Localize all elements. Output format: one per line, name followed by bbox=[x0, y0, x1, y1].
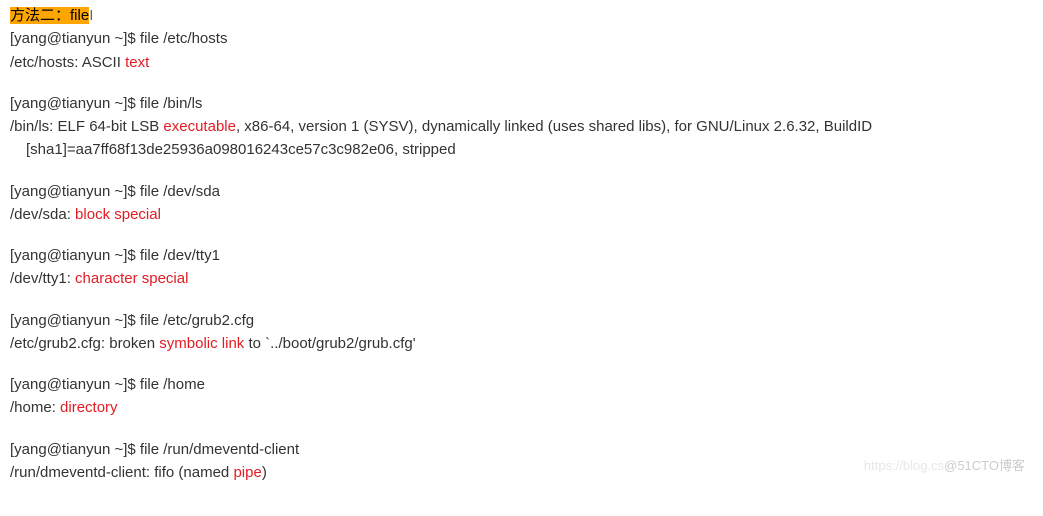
command-line: [yang@tianyun ~]$ file /dev/sda bbox=[10, 180, 1033, 203]
output-line: /bin/ls: ELF 64-bit LSB executable, x86-… bbox=[10, 115, 1033, 138]
output-red: block special bbox=[75, 206, 161, 223]
command-line: [yang@tianyun ~]$ file /etc/grub2.cfg bbox=[10, 309, 1033, 332]
prompt: [yang@tianyun ~]$ bbox=[10, 376, 140, 393]
prompt: [yang@tianyun ~]$ bbox=[10, 247, 140, 264]
output-red: text bbox=[125, 54, 149, 71]
output-line: /home: directory bbox=[10, 396, 1033, 419]
watermark-faint: https://blog.cs bbox=[864, 458, 944, 473]
command-text: file /dev/tty1 bbox=[140, 247, 220, 264]
text-cursor-icon: I bbox=[89, 7, 93, 24]
watermark: https://blog.cs@51CTO博客 bbox=[864, 456, 1025, 476]
prompt: [yang@tianyun ~]$ bbox=[10, 95, 140, 112]
output-line: /dev/tty1: character special bbox=[10, 267, 1033, 290]
command-block-5: [yang@tianyun ~]$ file /home /home: dire… bbox=[10, 373, 1033, 420]
output-after: ) bbox=[262, 464, 267, 481]
prompt: [yang@tianyun ~]$ bbox=[10, 312, 140, 329]
header-highlight: 方法二：file bbox=[10, 7, 89, 24]
command-text: file /dev/sda bbox=[140, 183, 220, 200]
output-before: /etc/grub2.cfg: broken bbox=[10, 335, 159, 352]
prompt: [yang@tianyun ~]$ bbox=[10, 183, 140, 200]
command-text: file /etc/hosts bbox=[140, 30, 228, 47]
command-text: file /etc/grub2.cfg bbox=[140, 312, 254, 329]
output-before: /run/dmeventd-client: fifo (named bbox=[10, 464, 233, 481]
command-block-3: [yang@tianyun ~]$ file /dev/tty1 /dev/tt… bbox=[10, 244, 1033, 291]
output-before: /bin/ls: ELF 64-bit LSB bbox=[10, 118, 163, 135]
command-line: [yang@tianyun ~]$ file /bin/ls bbox=[10, 92, 1033, 115]
command-block-4: [yang@tianyun ~]$ file /etc/grub2.cfg /e… bbox=[10, 309, 1033, 356]
output-red: executable bbox=[163, 118, 236, 135]
output-line2-text: [sha1]=aa7ff68f13de25936a098016243ce57c3… bbox=[26, 141, 456, 158]
command-block-1: [yang@tianyun ~]$ file /bin/ls /bin/ls: … bbox=[10, 92, 1033, 162]
output-line: /etc/hosts: ASCII text bbox=[10, 51, 1033, 74]
command-block-2: [yang@tianyun ~]$ file /dev/sda /dev/sda… bbox=[10, 180, 1033, 227]
output-line: /dev/sda: block special bbox=[10, 203, 1033, 226]
prompt: [yang@tianyun ~]$ bbox=[10, 30, 140, 47]
command-line: [yang@tianyun ~]$ file /home bbox=[10, 373, 1033, 396]
command-line: [yang@tianyun ~]$ file /etc/hosts bbox=[10, 27, 1033, 50]
command-line: [yang@tianyun ~]$ file /dev/tty1 bbox=[10, 244, 1033, 267]
header-line: 方法二：fileI bbox=[10, 4, 1033, 27]
output-before: /home: bbox=[10, 399, 60, 416]
output-line-2: [sha1]=aa7ff68f13de25936a098016243ce57c3… bbox=[10, 138, 1033, 161]
prompt: [yang@tianyun ~]$ bbox=[10, 441, 140, 458]
output-line: /etc/grub2.cfg: broken symbolic link to … bbox=[10, 332, 1033, 355]
output-red: symbolic link bbox=[159, 335, 244, 352]
output-before: /dev/tty1: bbox=[10, 270, 75, 287]
command-text: file /run/dmeventd-client bbox=[140, 441, 299, 458]
output-before: /dev/sda: bbox=[10, 206, 75, 223]
output-red: pipe bbox=[233, 464, 261, 481]
command-text: file /home bbox=[140, 376, 205, 393]
output-after: , x86-64, version 1 (SYSV), dynamically … bbox=[236, 118, 872, 135]
output-before: /etc/hosts: ASCII bbox=[10, 54, 125, 71]
command-block-0: [yang@tianyun ~]$ file /etc/hosts /etc/h… bbox=[10, 27, 1033, 74]
watermark-text: @51CTO博客 bbox=[944, 458, 1025, 473]
output-after: to `../boot/grub2/grub.cfg' bbox=[244, 335, 415, 352]
output-red: directory bbox=[60, 399, 118, 416]
command-text: file /bin/ls bbox=[140, 95, 203, 112]
output-red: character special bbox=[75, 270, 188, 287]
